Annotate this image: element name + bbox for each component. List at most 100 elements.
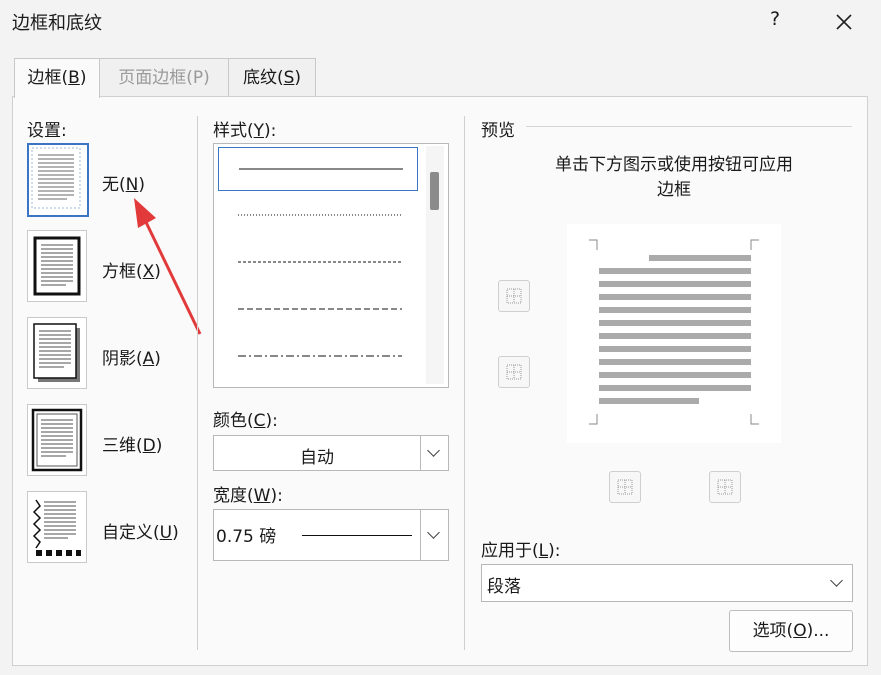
label-key: L — [538, 541, 549, 561]
top-border-button[interactable] — [498, 280, 530, 312]
style-heading: 样式(Y): — [213, 116, 276, 141]
tab-label: 边框( — [27, 68, 69, 88]
apply-to-select[interactable]: 段落 — [481, 564, 853, 602]
color-dropdown-arrow[interactable] — [420, 436, 449, 470]
border-bottom-icon — [506, 364, 522, 380]
setting-custom-label[interactable]: 自定义(U) — [102, 518, 179, 543]
line-style-dash[interactable] — [218, 288, 416, 330]
setting-custom-button[interactable] — [27, 491, 87, 563]
color-label: 颜色(C): — [213, 406, 278, 431]
border-right-icon — [717, 479, 733, 495]
width-dropdown-arrow[interactable] — [420, 510, 449, 560]
preview-heading: 预览 — [481, 121, 515, 141]
label-text: 阴影( — [102, 349, 143, 369]
close-icon — [836, 14, 852, 30]
width-select[interactable]: 0.75 磅 — [213, 509, 449, 561]
box-border-icon — [33, 236, 81, 296]
apply-to-dropdown-arrow[interactable] — [824, 565, 852, 601]
label-end: ): — [265, 411, 278, 431]
column-divider — [197, 116, 198, 650]
border-left-icon — [617, 479, 633, 495]
setting-shadow-button[interactable] — [27, 317, 87, 389]
tab-borders[interactable]: 边框(B) — [14, 58, 100, 98]
shadow-border-icon — [33, 323, 80, 382]
left-border-button[interactable] — [609, 471, 641, 503]
border-top-icon — [506, 288, 522, 304]
preview-page-icon — [589, 239, 759, 425]
tab-access-key: P — [192, 68, 204, 88]
label-end: ): — [548, 541, 561, 561]
setting-shadow-label[interactable]: 阴影(A) — [102, 344, 161, 369]
label-key: U — [159, 523, 173, 543]
label-key: D — [142, 436, 156, 456]
bottom-border-button[interactable] — [498, 356, 530, 388]
style-list-scrollbar[interactable] — [426, 146, 444, 384]
settings-heading: 设置: — [27, 121, 67, 141]
preview-instruction-line2: 边框 — [657, 180, 691, 200]
label-key: O — [793, 621, 807, 641]
setting-3d-label[interactable]: 三维(D) — [102, 431, 162, 456]
label-end: ) — [138, 175, 145, 195]
label-text: 选项( — [752, 621, 794, 641]
options-button[interactable]: 选项(O)... — [729, 610, 853, 652]
tab-label: 底纹( — [242, 68, 284, 88]
label-end: ) — [154, 349, 161, 369]
line-style-list[interactable] — [213, 143, 449, 388]
label-end: ) — [172, 523, 179, 543]
apply-to-label: 应用于(L): — [481, 536, 561, 561]
scrollbar-thumb[interactable] — [430, 172, 439, 210]
chevron-down-icon — [427, 444, 440, 457]
dialog-title: 边框和底纹 — [12, 13, 102, 34]
width-label: 宽度(W): — [213, 481, 283, 506]
chevron-down-icon — [830, 574, 843, 587]
setting-none-button[interactable] — [27, 143, 89, 217]
tab-page-border[interactable]: 页面边框(P) — [99, 58, 229, 97]
setting-box-button[interactable] — [27, 230, 87, 302]
color-value: 自动 — [300, 448, 334, 468]
line-style-solid[interactable] — [218, 147, 418, 191]
chevron-down-icon — [427, 526, 440, 539]
width-value: 0.75 磅 — [216, 527, 277, 547]
color-select[interactable]: 自动 — [213, 435, 449, 471]
tab-label: 页面边框( — [118, 68, 193, 88]
right-border-button[interactable] — [709, 471, 741, 503]
label-key: W — [253, 486, 271, 506]
tab-label-end: ) — [294, 68, 302, 88]
line-style-dotted[interactable] — [218, 194, 416, 236]
label-text: 颜色( — [213, 411, 254, 431]
label-end: )... — [806, 621, 830, 641]
label-text: 三维( — [102, 436, 143, 456]
tab-label-end: ) — [79, 68, 87, 88]
tab-shading[interactable]: 底纹(S) — [228, 58, 316, 97]
label-key: N — [125, 175, 139, 195]
label-key: C — [253, 411, 266, 431]
label-end: ): — [270, 486, 283, 506]
line-style-small-dash[interactable] — [218, 241, 416, 283]
label-text: 宽度( — [213, 486, 254, 506]
tab-access-key: B — [68, 68, 80, 88]
help-button[interactable]: ? — [762, 8, 788, 36]
tab-label-end: ) — [203, 68, 210, 88]
preview-diagram[interactable] — [567, 224, 781, 443]
width-line-sample — [302, 535, 412, 536]
3d-border-icon — [31, 408, 83, 472]
title-bar: 边框和底纹 ? — [0, 0, 881, 46]
label-text: 样式( — [213, 121, 254, 141]
line-style-dash-dot[interactable] — [218, 335, 416, 377]
column-divider — [464, 116, 465, 650]
label-text: 无( — [102, 175, 126, 195]
no-border-icon — [31, 147, 81, 209]
custom-border-icon — [32, 499, 81, 556]
preview-instruction-line1: 单击下方图示或使用按钮可应用 — [555, 155, 793, 175]
preview-heading-rule — [526, 126, 852, 127]
label-key: A — [142, 349, 155, 369]
close-button[interactable] — [828, 6, 860, 38]
setting-none-label[interactable]: 无(N) — [102, 170, 145, 195]
tab-access-key: S — [283, 68, 295, 88]
setting-3d-button[interactable] — [27, 404, 87, 476]
label-text: 应用于( — [481, 541, 539, 561]
label-end: ) — [155, 436, 163, 456]
label-text: 自定义( — [102, 523, 160, 543]
label-key: Y — [253, 121, 265, 141]
label-end: ): — [264, 121, 277, 141]
